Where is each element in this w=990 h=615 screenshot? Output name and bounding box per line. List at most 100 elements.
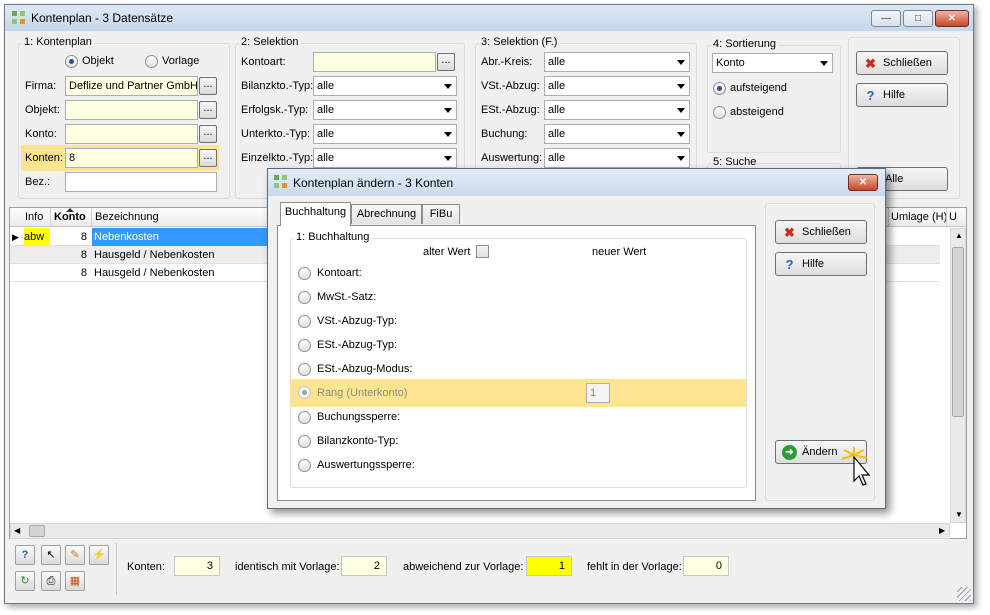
aufsteigend-radio[interactable] [713,82,726,95]
konto-field[interactable] [65,124,198,144]
unterkto-typ-value: alle [317,128,335,140]
firma-field[interactable]: Deflize und Partner GmbH [65,76,198,96]
cursor-icon[interactable]: ↖ [41,545,61,565]
maximize-button[interactable]: □ [903,10,933,27]
edit-pencil-icon[interactable]: ✎ [65,545,85,565]
col-separator [91,208,92,226]
help-icon[interactable]: ? [15,545,35,565]
row-bezeichnung-cell: Nebenkosten [92,228,272,246]
bez-field[interactable] [65,172,217,192]
chevron-down-icon [677,60,685,65]
dialog-hilfe-button[interactable]: ? Hilfe [775,252,867,276]
buchungssperre-option-label: Buchungssperre: [317,411,401,423]
tab-buchhaltung[interactable]: Buchhaltung [280,202,351,226]
col-header-info[interactable]: Info [25,208,51,226]
status-fehlt-value: 0 [683,556,729,576]
bilanzkto-typ-select[interactable]: alle [313,76,457,96]
absteigend-radio[interactable] [713,106,726,119]
option-mwst-satz[interactable]: MwSt.-Satz: [290,287,740,309]
firma-browse-button[interactable]: ... [199,77,217,95]
col-separator [946,208,947,226]
row-info-cell: abw [24,228,50,246]
alter-wert-checkbox[interactable] [476,245,489,258]
option-buchungssperre[interactable]: Buchungssperre: [290,407,740,429]
konto-label: Konto: [25,128,57,140]
rang-value-field[interactable]: 1 [586,383,610,403]
erfolgsk-typ-select[interactable]: alle [313,100,457,120]
dialog-hilfe-label: Hilfe [802,258,825,270]
auswertungssperre-radio[interactable] [298,459,311,472]
hilfe-button[interactable]: ? Hilfe [856,83,948,107]
vertical-scrollbar[interactable]: ▲ ▼ [950,228,966,523]
sortierung-group-label: 4: Sortierung [711,38,778,50]
objekt-radio[interactable] [65,55,78,68]
scroll-up-icon[interactable]: ▲ [955,231,963,240]
option-est-abzug-typ[interactable]: ESt.-Abzug-Typ: [290,335,740,357]
objekt-field[interactable] [65,100,198,120]
buchung-select[interactable]: alle [544,124,690,144]
option-auswertungssperre[interactable]: Auswertungssperre: [290,455,740,477]
row-info-cell [24,246,50,264]
option-kontoart[interactable]: Kontoart: [290,263,740,285]
table-export-icon[interactable]: ▦ [65,571,85,591]
konten-browse-button[interactable]: ... [199,149,217,167]
mwst-satz-option-label: MwSt.-Satz: [317,291,377,303]
vorlage-radio-label: Vorlage [162,55,200,67]
est-abzug-select[interactable]: alle [544,100,690,120]
objekt-browse-button[interactable]: ... [199,101,217,119]
rang-unterkonto-radio[interactable] [298,386,311,399]
horizontal-scrollbar[interactable]: ◀ ▶ [10,523,950,539]
col-separator [50,208,51,226]
vst-abzug-label: VSt.-Abzug: [481,80,540,92]
unterkto-typ-select[interactable]: alle [313,124,457,144]
buchungssperre-radio[interactable] [298,411,311,424]
hilfe-label: Hilfe [883,89,906,101]
col-header-umlage[interactable]: Umlage (H) [891,208,947,226]
col-header-bezeichnung[interactable]: Bezeichnung [95,208,255,226]
einzelkto-typ-select[interactable]: alle [313,148,457,168]
vst-abzug-typ-radio[interactable] [298,315,311,328]
abr-kreis-select[interactable]: alle [544,52,690,72]
kontoart-radio[interactable] [298,267,311,280]
scroll-right-icon[interactable]: ▶ [939,526,945,535]
tab-fibu[interactable]: FiBu [422,204,460,224]
tab-abrechnung[interactable]: Abrechnung [351,204,422,224]
scroll-left-icon[interactable]: ◀ [14,526,20,535]
schliessen-button[interactable]: ✖ Schließen [856,51,948,75]
print-icon[interactable]: ⎙ [41,571,61,591]
vst-abzug-select[interactable]: alle [544,76,690,96]
sortierung-value: Konto [716,57,745,69]
scroll-down-icon[interactable]: ▼ [955,510,963,519]
konten-field[interactable]: 8 [65,148,198,168]
sortierung-select[interactable]: Konto [712,53,833,73]
option-vst-abzug-typ[interactable]: VSt.-Abzug-Typ: [290,311,740,333]
refresh-icon[interactable]: ↻ [15,571,35,591]
option-est-abzug-modus[interactable]: ESt.-Abzug-Modus: [290,359,740,381]
dialog-close-button[interactable]: ✕ [848,174,878,191]
option-rang-unterkonto[interactable]: Rang (Unterkonto) 1 [290,379,746,407]
vorlage-radio[interactable] [145,55,158,68]
row-info-cell [24,264,50,282]
auswertung-select[interactable]: alle [544,148,690,168]
kontoart-field[interactable] [313,52,436,72]
vst-abzug-typ-option-label: VSt.-Abzug-Typ: [317,315,398,327]
konto-browse-button[interactable]: ... [199,125,217,143]
dialog-schliessen-button[interactable]: ✖ Schließen [775,220,867,244]
row-konto-cell: 8 [80,267,87,279]
minimize-button[interactable]: — [871,10,901,27]
bilanzkonto-typ-radio[interactable] [298,435,311,448]
scroll-thumb[interactable] [952,247,964,417]
lightning-icon[interactable]: ⚡ [89,545,109,565]
mwst-satz-radio[interactable] [298,291,311,304]
status-identisch-label: identisch mit Vorlage: [235,561,340,573]
resize-grip-icon[interactable] [957,587,971,601]
close-button[interactable]: ✕ [935,10,969,27]
est-abzug-typ-radio[interactable] [298,339,311,352]
option-bilanzkonto-typ[interactable]: Bilanzkonto-Typ: [290,431,740,453]
col-header-u[interactable]: U [949,208,961,226]
change-dialog: Kontenplan ändern - 3 Konten ✕ Buchhaltu… [267,168,886,509]
abr-kreis-label: Abr.-Kreis: [481,56,533,68]
kontoart-browse-button[interactable]: ... [437,53,455,71]
horizontal-scroll-thumb[interactable] [29,525,45,537]
est-abzug-modus-radio[interactable] [298,363,311,376]
